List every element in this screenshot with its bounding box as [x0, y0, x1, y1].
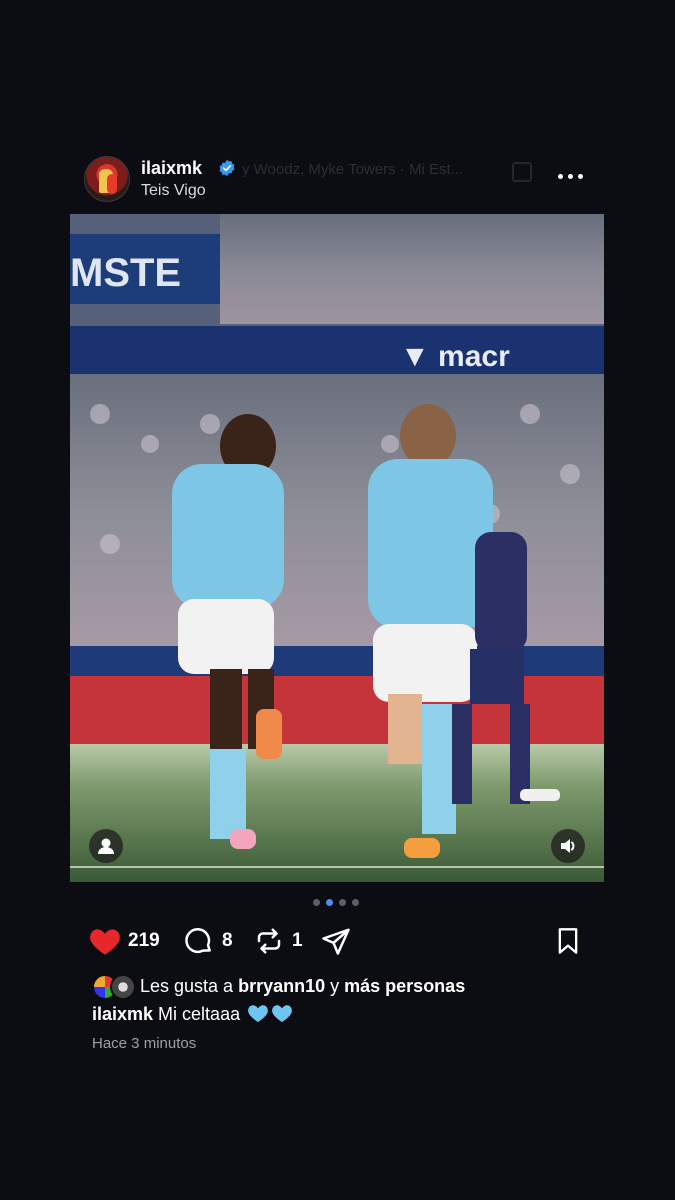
comment-icon [185, 928, 211, 954]
person-icon[interactable] [89, 829, 123, 863]
svg-text:MSTE: MSTE [70, 251, 181, 295]
liked-by-row[interactable]: Les gusta a brryann10 y más personas [92, 974, 612, 1000]
timestamp: Hace 3 minutos [92, 1035, 197, 1052]
repost-button[interactable]: 1 [254, 922, 304, 958]
post-photo[interactable]: MSTE ▼ macr [70, 214, 604, 882]
heart-icon [90, 929, 120, 955]
football-celebration-image: MSTE ▼ macr [70, 214, 604, 882]
username[interactable]: ilaixmk [141, 158, 202, 179]
carousel-dot [339, 899, 346, 906]
carousel-dot [352, 899, 359, 906]
share-button[interactable] [320, 922, 356, 958]
caption: ilaixmk Mi celtaaa [92, 1003, 293, 1025]
bookmark-icon [558, 928, 578, 954]
liker-username[interactable]: brryann10 [238, 976, 325, 996]
save-button[interactable] [554, 922, 584, 958]
liker-avatar [110, 974, 136, 1000]
repost-icon [257, 928, 281, 954]
blue-heart-icon [272, 1005, 292, 1023]
music-icon [512, 162, 532, 182]
comment-button[interactable]: 8 [184, 922, 244, 958]
avatar[interactable] [84, 156, 130, 202]
likes-count: 219 [128, 930, 160, 951]
post-header: ilaixmk y Woodz, Myke Towers · Mi Est...… [84, 154, 594, 204]
music-label[interactable]: y Woodz, Myke Towers · Mi Est... [242, 161, 502, 178]
caption-username[interactable]: ilaixmk [92, 1004, 153, 1024]
carousel-dot-active [326, 899, 333, 906]
speaker-icon[interactable] [551, 829, 585, 863]
verified-badge-icon [219, 159, 235, 177]
svg-text:▼ macr: ▼ macr [400, 340, 510, 373]
carousel-dot [313, 899, 320, 906]
reposts-count: 1 [292, 930, 303, 951]
more-dots-icon[interactable] [558, 166, 584, 186]
comments-count: 8 [222, 930, 233, 951]
liked-by-text: Les gusta a brryann10 y más personas [140, 976, 466, 996]
story-post: ilaixmk y Woodz, Myke Towers · Mi Est...… [0, 0, 675, 1200]
action-bar: 219 8 1 [88, 922, 588, 958]
liked-by-others[interactable]: más personas [344, 976, 465, 996]
send-icon [322, 928, 350, 955]
blue-heart-icon [248, 1005, 268, 1023]
caption-text: Mi celtaaa [153, 1004, 241, 1024]
carousel-indicator [310, 899, 370, 907]
like-button[interactable]: 219 [88, 922, 168, 958]
location-label[interactable]: Teis Vigo [141, 182, 206, 200]
